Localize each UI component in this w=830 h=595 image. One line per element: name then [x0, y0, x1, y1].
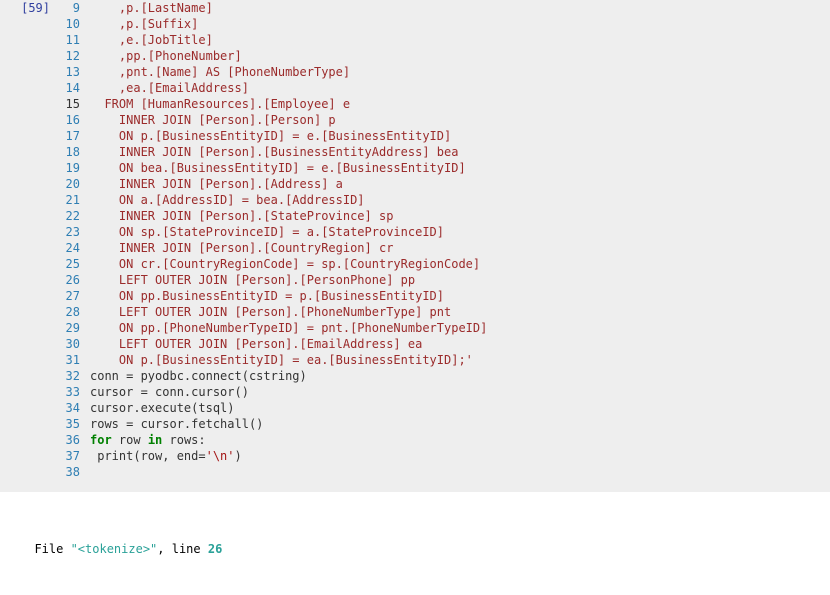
traceback-filename: "<tokenize>": [71, 542, 158, 556]
line-number: 14: [58, 80, 80, 96]
code-line[interactable]: ON p.[BusinessEntityID] = ea.[BusinessEn…: [90, 352, 830, 368]
code-line[interactable]: ON pp.BusinessEntityID = p.[BusinessEnti…: [90, 288, 830, 304]
code-line[interactable]: ,p.[Suffix]: [90, 16, 830, 32]
code-line[interactable]: for row in rows:: [90, 432, 830, 448]
input-prompt: [59]: [0, 0, 58, 480]
code-line[interactable]: cursor = conn.cursor(): [90, 384, 830, 400]
line-number: 24: [58, 240, 80, 256]
line-number: 34: [58, 400, 80, 416]
line-number: 11: [58, 32, 80, 48]
line-number: 21: [58, 192, 80, 208]
code-cell: [59] 91011121314151617181920212223242526…: [0, 0, 830, 492]
code-line[interactable]: [90, 464, 830, 480]
line-number-gutter: 9101112131415161718192021222324252627282…: [58, 0, 90, 480]
code-line[interactable]: print(row, end='\n'): [90, 448, 830, 464]
code-editor[interactable]: ,p.[LastName] ,p.[Suffix] ,e.[JobTitle] …: [90, 0, 830, 480]
line-number: 36: [58, 432, 80, 448]
code-line[interactable]: LEFT OUTER JOIN [Person].[PersonPhone] p…: [90, 272, 830, 288]
code-line[interactable]: ,ea.[EmailAddress]: [90, 80, 830, 96]
code-line[interactable]: INNER JOIN [Person].[Address] a: [90, 176, 830, 192]
line-number: 30: [58, 336, 80, 352]
code-line[interactable]: FROM [HumanResources].[Employee] e: [90, 96, 830, 112]
code-line[interactable]: ON p.[BusinessEntityID] = e.[BusinessEnt…: [90, 128, 830, 144]
line-number: 35: [58, 416, 80, 432]
code-line[interactable]: cursor.execute(tsql): [90, 400, 830, 416]
line-number: 29: [58, 320, 80, 336]
line-number: 18: [58, 144, 80, 160]
code-line[interactable]: ,p.[LastName]: [90, 0, 830, 16]
line-number: 10: [58, 16, 80, 32]
code-line[interactable]: INNER JOIN [Person].[BusinessEntityAddre…: [90, 144, 830, 160]
line-number: 12: [58, 48, 80, 64]
line-number: 27: [58, 288, 80, 304]
line-number: 17: [58, 128, 80, 144]
code-line[interactable]: ON pp.[PhoneNumberTypeID] = pnt.[PhoneNu…: [90, 320, 830, 336]
line-number: 25: [58, 256, 80, 272]
line-number: 13: [58, 64, 80, 80]
code-line[interactable]: ON sp.[StateProvinceID] = a.[StateProvin…: [90, 224, 830, 240]
code-line[interactable]: rows = cursor.fetchall(): [90, 416, 830, 432]
traceback-line-number: 26: [208, 542, 222, 556]
code-line[interactable]: ,pnt.[Name] AS [PhoneNumberType]: [90, 64, 830, 80]
code-line[interactable]: LEFT OUTER JOIN [Person].[PhoneNumberTyp…: [90, 304, 830, 320]
line-number: 32: [58, 368, 80, 384]
line-number: 38: [58, 464, 80, 480]
cell-output: File "<tokenize>", line 26 INNER JOIN [P…: [0, 492, 830, 595]
line-number: 33: [58, 384, 80, 400]
line-number: 20: [58, 176, 80, 192]
line-number: 26: [58, 272, 80, 288]
code-line[interactable]: INNER JOIN [Person].[Person] p: [90, 112, 830, 128]
line-number: 19: [58, 160, 80, 176]
code-line[interactable]: conn = pyodbc.connect(cstring): [90, 368, 830, 384]
line-number: 15: [58, 96, 80, 112]
code-line[interactable]: ,e.[JobTitle]: [90, 32, 830, 48]
line-number: 22: [58, 208, 80, 224]
code-line[interactable]: ON a.[AddressID] = bea.[AddressID]: [90, 192, 830, 208]
code-line[interactable]: INNER JOIN [Person].[CountryRegion] cr: [90, 240, 830, 256]
line-number: 28: [58, 304, 80, 320]
line-number: 23: [58, 224, 80, 240]
line-number: 31: [58, 352, 80, 368]
code-line[interactable]: LEFT OUTER JOIN [Person].[EmailAddress] …: [90, 336, 830, 352]
line-number: 37: [58, 448, 80, 464]
traceback-file-line: File "<tokenize>", line 26: [20, 540, 830, 558]
code-line[interactable]: INNER JOIN [Person].[StateProvince] sp: [90, 208, 830, 224]
code-line[interactable]: ON cr.[CountryRegionCode] = sp.[CountryR…: [90, 256, 830, 272]
code-line[interactable]: ,pp.[PhoneNumber]: [90, 48, 830, 64]
line-number: 9: [58, 0, 80, 16]
line-number: 16: [58, 112, 80, 128]
code-line[interactable]: ON bea.[BusinessEntityID] = e.[BusinessE…: [90, 160, 830, 176]
